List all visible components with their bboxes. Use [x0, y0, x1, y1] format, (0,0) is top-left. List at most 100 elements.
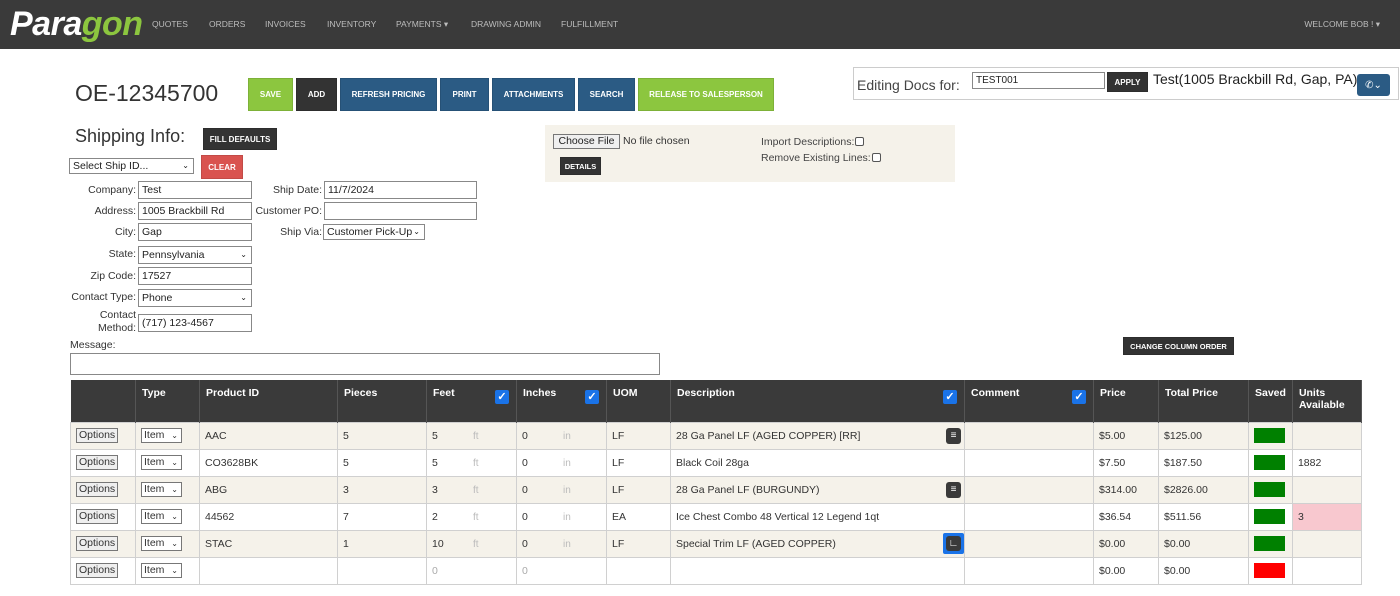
change-column-order-button[interactable]: CHANGE COLUMN ORDER — [1123, 337, 1234, 355]
pieces-cell[interactable]: 7 — [337, 502, 427, 531]
address-input[interactable]: 1005 Brackbill Rd — [138, 202, 252, 220]
clear-button[interactable]: CLEAR — [201, 155, 243, 179]
editing-docs-input[interactable]: TEST001 — [972, 72, 1105, 89]
customer-po-input[interactable] — [324, 202, 477, 220]
remove-existing-lines-checkbox[interactable] — [871, 153, 881, 162]
add-button[interactable]: ADD — [296, 78, 337, 111]
feet-cell[interactable]: 10 ft — [426, 529, 517, 558]
feet-cell[interactable]: 0 — [426, 556, 517, 585]
ship-id-select[interactable]: Select Ship ID... ⌄ — [69, 158, 194, 174]
zip-code-input[interactable]: 17527 — [138, 267, 252, 285]
options-button[interactable]: Options — [76, 455, 119, 470]
type-select[interactable]: Item ⌄ — [141, 536, 182, 551]
note-icon[interactable]: ≡ — [946, 481, 961, 498]
nav-inventory[interactable]: INVENTORY — [327, 19, 376, 29]
nav-drawing-admin[interactable]: DRAWING ADMIN — [471, 19, 541, 29]
apply-button[interactable]: APPLY — [1107, 72, 1148, 92]
comment-cell[interactable] — [964, 421, 1094, 450]
company-input[interactable]: Test — [138, 181, 252, 199]
contact-type-select[interactable]: Phone ⌄ — [138, 289, 252, 307]
print-button[interactable]: PRINT — [440, 78, 489, 111]
inches-cell[interactable]: 0 in — [516, 475, 607, 504]
type-select[interactable]: Item ⌄ — [141, 482, 182, 497]
inches-cell[interactable]: 0 — [516, 556, 607, 585]
description-cell[interactable]: Black Coil 28ga — [670, 448, 965, 477]
state-select[interactable]: Pennsylvania ⌄ — [138, 246, 252, 264]
details-button[interactable]: DETAILS — [560, 157, 601, 175]
search-button[interactable]: SEARCH — [578, 78, 635, 111]
city-input[interactable]: Gap — [138, 223, 252, 241]
welcome-user-menu[interactable]: WELCOME BOB ! ▾ — [1304, 19, 1380, 30]
pieces-cell[interactable]: 5 — [337, 448, 427, 477]
product-id-cell[interactable] — [199, 556, 338, 585]
comment-cell[interactable] — [964, 448, 1094, 477]
product-id-cell[interactable]: 44562 — [199, 502, 338, 531]
product-id-cell[interactable]: CO3628BK — [199, 448, 338, 477]
pieces-cell[interactable]: 1 — [337, 529, 427, 558]
attachments-button[interactable]: ATTACHMENTS — [492, 78, 575, 111]
type-select[interactable]: Item ⌄ — [141, 455, 182, 470]
nav-orders[interactable]: ORDERS — [209, 19, 245, 29]
contact-method-input[interactable]: (717) 123-4567 — [138, 314, 252, 332]
type-select[interactable]: Item ⌄ — [141, 428, 182, 443]
feet-cell[interactable]: 5 ft — [426, 448, 517, 477]
price-cell[interactable]: $7.50 — [1093, 448, 1159, 477]
paragon-logo[interactable]: Paragon — [10, 5, 143, 44]
fill-defaults-button[interactable]: FILL DEFAULTS — [203, 128, 277, 150]
price-cell[interactable]: $36.54 — [1093, 502, 1159, 531]
feet-cell[interactable]: 2 ft — [426, 502, 517, 531]
description-column-checkbox[interactable]: ✓ — [943, 390, 957, 404]
phone-chevron-icon[interactable]: ✆⌄ — [1357, 74, 1390, 96]
refresh-pricing-button[interactable]: REFRESH PRICING — [340, 78, 437, 111]
inches-cell[interactable]: 0 in — [516, 502, 607, 531]
feet-cell[interactable]: 3 ft — [426, 475, 517, 504]
comment-column-checkbox[interactable]: ✓ — [1072, 390, 1086, 404]
nav-payments-dropdown[interactable]: PAYMENTS ▾ — [396, 19, 448, 30]
import-descriptions-checkbox[interactable] — [855, 137, 865, 146]
message-textarea[interactable] — [70, 353, 660, 375]
saved-status-indicator — [1254, 509, 1285, 524]
description-cell[interactable]: 28 Ga Panel LF (AGED COPPER) [RR] ≡ — [670, 421, 965, 450]
comment-cell[interactable] — [964, 556, 1094, 585]
pieces-cell[interactable] — [337, 556, 427, 585]
product-id-cell[interactable]: AAC — [199, 421, 338, 450]
nav-fulfillment[interactable]: FULFILLMENT — [561, 19, 618, 29]
description-cell[interactable]: Ice Chest Combo 48 Vertical 12 Legend 1q… — [670, 502, 965, 531]
save-button[interactable]: SAVE — [248, 78, 293, 111]
price-cell[interactable]: $314.00 — [1093, 475, 1159, 504]
inches-column-checkbox[interactable]: ✓ — [585, 390, 599, 404]
ship-via-select[interactable]: Customer Pick-Up ⌄ — [323, 224, 425, 240]
nav-quotes[interactable]: QUOTES — [152, 19, 188, 29]
feet-cell[interactable]: 5 ft — [426, 421, 517, 450]
description-cell[interactable]: Special Trim LF (AGED COPPER) ∟ — [670, 529, 965, 558]
options-button[interactable]: Options — [76, 482, 119, 497]
options-button[interactable]: Options — [76, 509, 119, 524]
price-cell[interactable]: $0.00 — [1093, 529, 1159, 558]
trim-drawing-icon[interactable]: ∟ — [943, 532, 964, 554]
nav-invoices[interactable]: INVOICES — [265, 19, 306, 29]
price-cell[interactable]: $5.00 — [1093, 421, 1159, 450]
note-icon[interactable]: ≡ — [946, 427, 961, 444]
options-button[interactable]: Options — [76, 428, 119, 443]
type-select[interactable]: Item ⌄ — [141, 563, 182, 578]
type-select[interactable]: Item ⌄ — [141, 509, 182, 524]
description-cell[interactable] — [670, 556, 965, 585]
inches-cell[interactable]: 0 in — [516, 421, 607, 450]
comment-cell[interactable] — [964, 502, 1094, 531]
ship-date-input[interactable]: 11/7/2024 — [324, 181, 477, 199]
pieces-cell[interactable]: 5 — [337, 421, 427, 450]
product-id-cell[interactable]: ABG — [199, 475, 338, 504]
release-to-salesperson-button[interactable]: RELEASE TO SALESPERSON — [638, 78, 774, 111]
choose-file-button[interactable]: Choose File — [553, 134, 620, 149]
price-cell[interactable]: $0.00 — [1093, 556, 1159, 585]
options-button[interactable]: Options — [76, 536, 119, 551]
comment-cell[interactable] — [964, 529, 1094, 558]
comment-cell[interactable] — [964, 475, 1094, 504]
inches-cell[interactable]: 0 in — [516, 448, 607, 477]
options-button[interactable]: Options — [76, 563, 119, 578]
description-cell[interactable]: 28 Ga Panel LF (BURGUNDY) ≡ — [670, 475, 965, 504]
product-id-cell[interactable]: STAC — [199, 529, 338, 558]
inches-cell[interactable]: 0 in — [516, 529, 607, 558]
pieces-cell[interactable]: 3 — [337, 475, 427, 504]
feet-column-checkbox[interactable]: ✓ — [495, 390, 509, 404]
